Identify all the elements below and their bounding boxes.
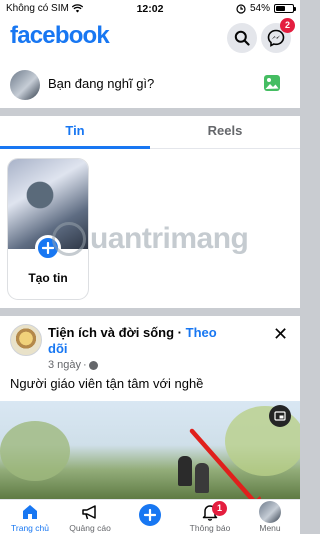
person — [195, 463, 209, 493]
post-text: Người giáo viên tận tâm với nghề — [10, 376, 204, 391]
close-icon[interactable]: ✕ — [273, 324, 288, 345]
battery-percent: 54% — [249, 3, 270, 14]
globe-icon — [88, 360, 98, 370]
composer-prompt[interactable]: Bạn đang nghĩ gì? — [48, 76, 154, 91]
watermark-logo-icon — [52, 222, 86, 256]
create-button[interactable] — [139, 504, 161, 526]
picture-in-picture-icon — [274, 411, 286, 421]
facebook-logo[interactable]: facebook — [10, 22, 110, 50]
nav-home-label: Trang chủ — [11, 523, 49, 533]
post-meta: 3 ngày · — [48, 359, 98, 371]
active-tab-indicator — [0, 146, 150, 149]
create-story-label: Tạo tin — [28, 271, 68, 285]
follow-link-continued[interactable]: dõi — [48, 341, 68, 356]
person — [178, 456, 192, 486]
watermark-text: uantrimang — [90, 222, 249, 255]
status-bar: Không có SIM 12:02 54% — [0, 0, 300, 18]
post-time[interactable]: 3 ngày — [48, 359, 81, 371]
nav-notifications[interactable]: 1 Thông báo — [180, 500, 240, 534]
notifications-badge: 1 — [212, 501, 227, 516]
follow-link[interactable]: Theo — [186, 325, 217, 340]
page-name[interactable]: Tiện ích và đời sống — [48, 325, 174, 340]
nav-notifications-label: Thông báo — [189, 523, 231, 533]
search-button[interactable] — [227, 23, 257, 53]
nav-create[interactable] — [120, 500, 180, 534]
battery-fill — [276, 6, 285, 11]
post-header-line: Tiện ích và đời sống · Theo — [48, 325, 217, 340]
tree — [0, 421, 70, 481]
user-avatar[interactable] — [10, 70, 40, 100]
watermark: uantrimang — [52, 222, 249, 256]
nav-ads-label: Quảng cáo — [69, 523, 111, 533]
post-composer[interactable]: Bạn đang nghĩ gì? — [0, 60, 300, 108]
pip-button[interactable] — [269, 405, 291, 427]
feed-post: Tiện ích và đời sống · Theo dõi ✕ 3 ngày… — [0, 316, 300, 499]
stories-section: Tin Reels Tạo tin — [0, 116, 300, 308]
post-photo[interactable] — [0, 401, 300, 499]
app-header: facebook 2 — [0, 18, 300, 60]
meta-separator: · — [83, 359, 87, 371]
megaphone-icon — [82, 505, 96, 520]
battery-icon — [274, 4, 296, 13]
home-icon — [23, 505, 37, 519]
page-avatar[interactable] — [10, 324, 42, 356]
nav-ads[interactable]: Quảng cáo — [60, 500, 120, 534]
search-icon — [234, 30, 250, 46]
messenger-badge: 2 — [280, 18, 295, 33]
messenger-button[interactable]: 2 — [261, 18, 295, 53]
stories-tabs: Tin Reels — [0, 116, 300, 149]
nav-home[interactable]: Trang chủ — [0, 500, 60, 534]
nav-menu-label: Menu — [259, 523, 281, 533]
screen-lock-icon — [236, 3, 246, 14]
header-separator: · — [177, 325, 182, 340]
bottom-nav: Trang chủ Quảng cáo 1 Thông báo Menu — [0, 499, 300, 534]
tab-stories[interactable]: Tin — [0, 116, 150, 149]
plus-icon — [144, 509, 156, 521]
status-right: 54% — [236, 3, 296, 14]
tab-reels[interactable]: Reels — [150, 116, 300, 149]
photo-icon[interactable] — [263, 74, 281, 92]
menu-avatar[interactable] — [259, 501, 281, 523]
